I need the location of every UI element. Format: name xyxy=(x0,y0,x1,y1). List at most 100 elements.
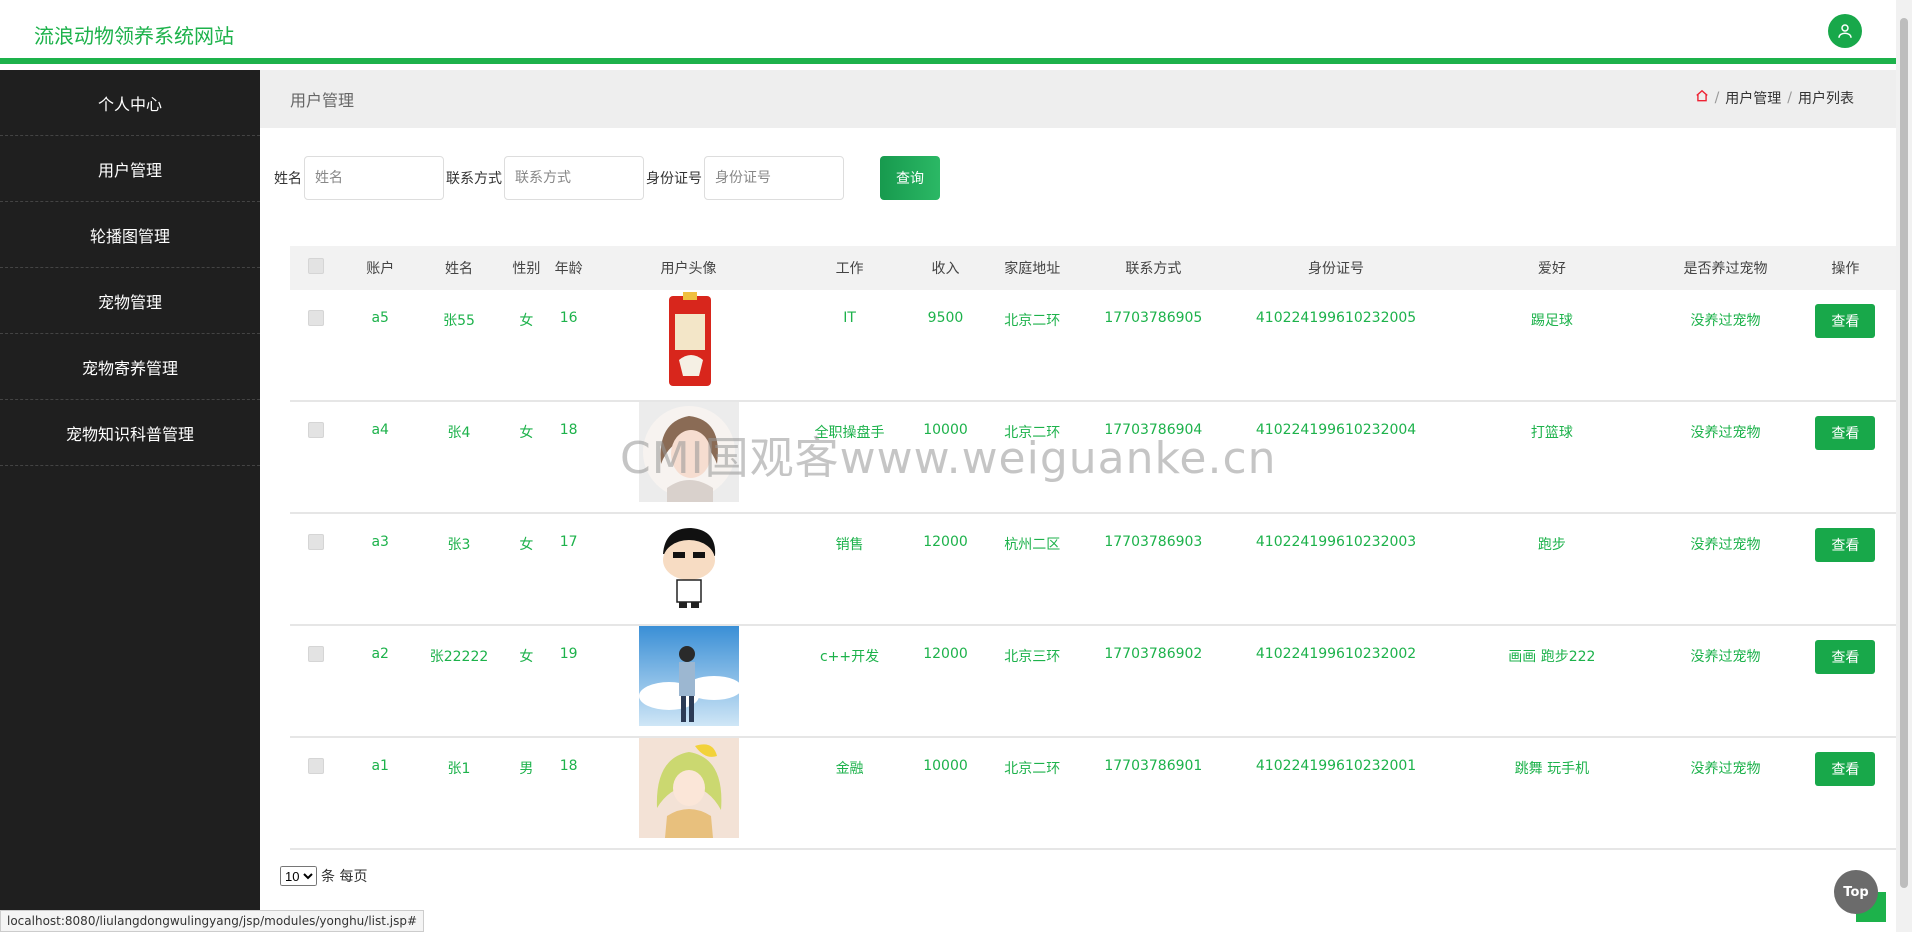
sidebar-item-pet-management[interactable]: 宠物管理 xyxy=(0,268,260,334)
sidebar-item-label: 宠物管理 xyxy=(97,292,162,312)
cell-job: IT xyxy=(792,290,907,402)
cell-name: 张55 xyxy=(417,290,501,402)
cell-gender: 男 xyxy=(500,737,553,850)
cell-phone: 17703786901 xyxy=(1080,737,1227,850)
row-checkbox[interactable] xyxy=(308,758,325,774)
user-avatar-image xyxy=(638,290,739,390)
back-to-top-button[interactable]: Top xyxy=(1834,870,1878,914)
id-number-input[interactable] xyxy=(704,156,844,200)
cell-hobby: 画画 跑步222 xyxy=(1445,625,1659,738)
cell-account: a5 xyxy=(342,290,418,402)
row-checkbox[interactable] xyxy=(308,310,325,326)
cell-id-number: 410224199610232004 xyxy=(1226,401,1446,514)
view-button[interactable]: 查看 xyxy=(1815,304,1876,338)
view-button[interactable]: 查看 xyxy=(1815,752,1876,786)
user-avatar-image xyxy=(638,626,739,726)
sidebar: 个人中心 用户管理 轮播图管理 宠物管理 宠物寄养管理 宠物知识科普管理 xyxy=(0,70,260,932)
id-label: 身份证号 xyxy=(646,171,702,187)
column-header: 用户头像 xyxy=(584,246,793,290)
cell-pet-history: 没养过宠物 xyxy=(1658,625,1793,738)
select-all-checkbox[interactable] xyxy=(308,258,325,274)
table-row: a2 张22222 女 19 c++开发 12000 北京三环 17703786… xyxy=(290,625,1898,738)
phone-input[interactable] xyxy=(504,156,644,200)
table-row: a3 张3 女 17 销售 12000 杭州二区 17703786903 410… xyxy=(290,513,1898,626)
column-header: 联系方式 xyxy=(1080,246,1227,290)
page-scrollbar[interactable] xyxy=(1896,0,1912,932)
cell-job: 金融 xyxy=(792,737,907,850)
table-row: a1 张1 男 18 金融 10000 北京二环 17703786901 410… xyxy=(290,737,1898,850)
pagination: 10 条 每页 xyxy=(280,866,367,886)
status-bar-url: localhost:8080/liulangdongwulingyang/jsp… xyxy=(0,910,425,932)
cell-id-number: 410224199610232002 xyxy=(1226,625,1446,738)
user-avatar-image xyxy=(638,402,739,502)
column-header: 性别 xyxy=(500,246,553,290)
cell-account: a1 xyxy=(342,737,418,850)
column-header: 工作 xyxy=(792,246,907,290)
user-icon[interactable] xyxy=(1828,14,1862,48)
sidebar-item-label: 个人中心 xyxy=(97,94,162,114)
cell-age: 19 xyxy=(552,625,585,738)
cell-address: 北京二环 xyxy=(984,737,1081,850)
page-size-select[interactable]: 10 xyxy=(280,866,317,886)
table-row: a5 张55 女 16 IT 9500 北京二环 17703786905 410… xyxy=(290,290,1898,402)
cell-gender: 女 xyxy=(500,290,553,402)
cell-address: 北京三环 xyxy=(984,625,1081,738)
top-header: 流浪动物领养系统网站 xyxy=(0,0,1896,64)
cell-gender: 女 xyxy=(500,513,553,626)
cell-hobby: 踢足球 xyxy=(1445,290,1659,402)
cell-account: a4 xyxy=(342,401,418,514)
table-row: a4 张4 女 18 全职操盘手 10000 北京二环 17703786904 xyxy=(290,401,1898,514)
cell-income: 10000 xyxy=(906,401,985,514)
cell-account: a3 xyxy=(342,513,418,626)
query-button[interactable]: 查询 xyxy=(880,156,940,200)
cell-income: 12000 xyxy=(906,625,985,738)
view-button[interactable]: 查看 xyxy=(1815,640,1876,674)
column-header: 爱好 xyxy=(1445,246,1659,290)
sidebar-item-label: 用户管理 xyxy=(97,160,162,180)
breadcrumb-separator: / xyxy=(1787,90,1792,106)
sidebar-item-user-management[interactable]: 用户管理 xyxy=(0,136,260,202)
page-size-suffix: 条 每页 xyxy=(321,869,368,885)
row-checkbox[interactable] xyxy=(308,534,325,550)
user-avatar-image xyxy=(638,738,739,838)
sidebar-item-carousel-management[interactable]: 轮播图管理 xyxy=(0,202,260,268)
cell-pet-history: 没养过宠物 xyxy=(1658,401,1793,514)
name-input[interactable] xyxy=(304,156,444,200)
view-button[interactable]: 查看 xyxy=(1815,416,1876,450)
name-label: 姓名 xyxy=(274,171,302,187)
breadcrumb-user-management[interactable]: 用户管理 xyxy=(1725,88,1781,108)
site-title[interactable]: 流浪动物领养系统网站 xyxy=(34,20,234,49)
cell-pet-history: 没养过宠物 xyxy=(1658,513,1793,626)
sidebar-item-label: 宠物知识科普管理 xyxy=(65,424,194,444)
sidebar-item-label: 轮播图管理 xyxy=(89,226,170,246)
user-avatar-image xyxy=(638,514,739,614)
cell-pet-history: 没养过宠物 xyxy=(1658,290,1793,402)
cell-age: 18 xyxy=(552,401,585,514)
column-header: 账户 xyxy=(342,246,418,290)
column-header: 身份证号 xyxy=(1226,246,1446,290)
cell-account: a2 xyxy=(342,625,418,738)
home-icon[interactable] xyxy=(1695,89,1709,107)
cell-address: 北京二环 xyxy=(984,290,1081,402)
cell-id-number: 410224199610232005 xyxy=(1226,290,1446,402)
sidebar-item-personal-center[interactable]: 个人中心 xyxy=(0,70,260,136)
sidebar-item-pet-knowledge[interactable]: 宠物知识科普管理 xyxy=(0,400,260,466)
row-checkbox[interactable] xyxy=(308,646,325,662)
cell-name: 张4 xyxy=(417,401,501,514)
cell-gender: 女 xyxy=(500,625,553,738)
page-title: 用户管理 xyxy=(290,91,355,110)
column-header: 操作 xyxy=(1792,246,1898,290)
column-header: 年龄 xyxy=(552,246,585,290)
cell-id-number: 410224199610232003 xyxy=(1226,513,1446,626)
cell-phone: 17703786902 xyxy=(1080,625,1227,738)
scrollbar-thumb[interactable] xyxy=(1900,18,1908,888)
row-checkbox[interactable] xyxy=(308,422,325,438)
sidebar-item-pet-boarding[interactable]: 宠物寄养管理 xyxy=(0,334,260,400)
view-button[interactable]: 查看 xyxy=(1815,528,1876,562)
header-select-all[interactable] xyxy=(290,246,343,290)
cell-gender: 女 xyxy=(500,401,553,514)
column-header: 家庭地址 xyxy=(984,246,1081,290)
phone-label: 联系方式 xyxy=(446,171,502,187)
cell-id-number: 410224199610232001 xyxy=(1226,737,1446,850)
breadcrumb-user-list: 用户列表 xyxy=(1798,91,1854,107)
